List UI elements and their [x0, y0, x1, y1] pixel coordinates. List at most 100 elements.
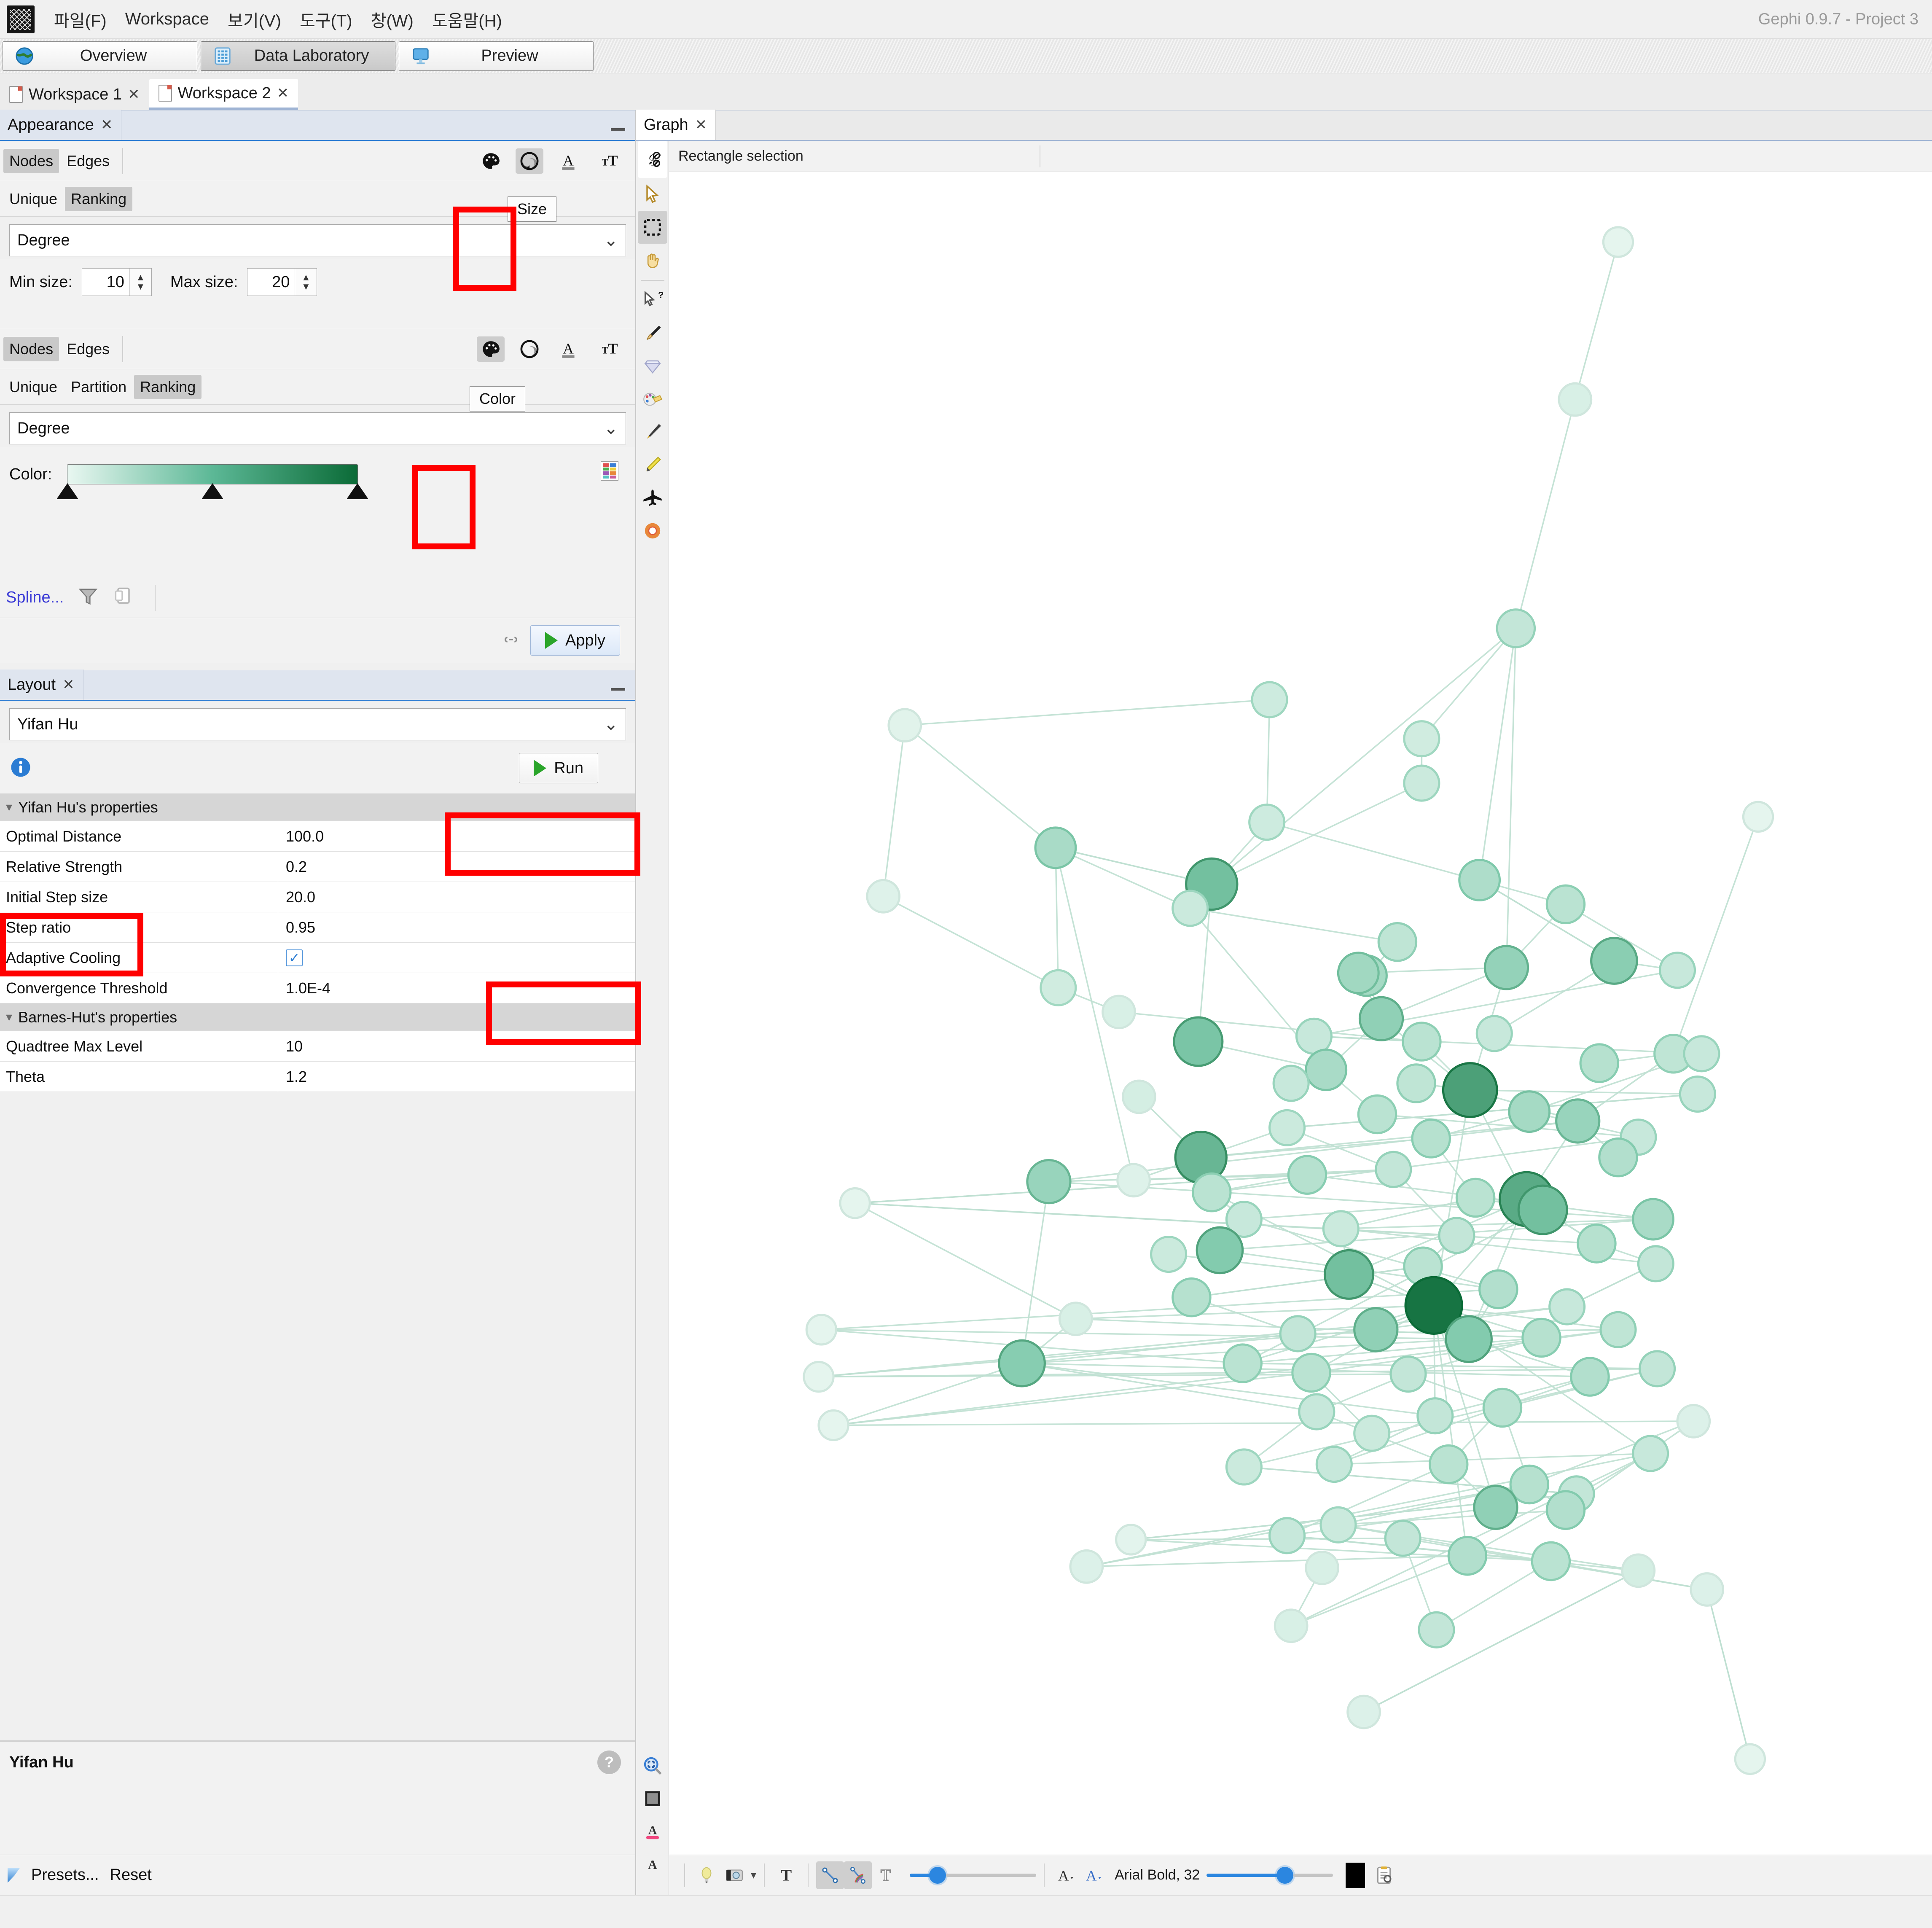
workspace-tab-1[interactable]: Workspace 1 ✕ — [0, 79, 149, 110]
size-nodes-tab[interactable]: Nodes — [3, 148, 59, 173]
workspace-tab-2[interactable]: Workspace 2 ✕ — [149, 79, 298, 110]
color-edges-tab[interactable]: Edges — [61, 337, 116, 361]
size-ranking-tab[interactable]: Ranking — [65, 186, 133, 211]
cursor-icon[interactable] — [638, 178, 667, 211]
font-increase-icon[interactable]: A — [1080, 1861, 1108, 1889]
label-color-icon[interactable]: A — [554, 336, 582, 362]
layout-close-icon[interactable]: ✕ — [62, 676, 75, 693]
mode-preview-button[interactable]: Preview — [399, 41, 594, 71]
min-size-stepper[interactable]: 10 ▲ ▼ — [81, 268, 152, 296]
prop-value[interactable]: 1.2 — [278, 1062, 635, 1092]
label-size-icon[interactable]: TT — [593, 148, 621, 174]
max-size-arrows-icon[interactable]: ▲ ▼ — [295, 269, 317, 296]
color-ranking-tab[interactable]: Ranking — [134, 374, 202, 399]
prop-value[interactable]: 0.2 — [278, 852, 635, 882]
highlighter-icon[interactable] — [638, 449, 667, 481]
funnel-icon[interactable] — [77, 586, 99, 610]
table-row[interactable]: Step ratio 0.95 — [0, 912, 635, 943]
table-row[interactable]: Convergence Threshold 1.0E-4 — [0, 973, 635, 1003]
prop-value[interactable]: 100.0 — [278, 821, 635, 851]
hand-drag-icon[interactable] — [638, 244, 667, 277]
background-color-icon[interactable] — [638, 1782, 667, 1815]
paint-palette-icon[interactable] — [638, 383, 667, 416]
color-palette-icon[interactable] — [477, 148, 505, 174]
edge-icon[interactable] — [816, 1861, 844, 1889]
copy-icon[interactable] — [113, 586, 134, 610]
workspace-tab-2-close-icon[interactable]: ✕ — [277, 85, 289, 102]
table-row[interactable]: Initial Step size 20.0 — [0, 882, 635, 912]
node-size-icon[interactable] — [516, 336, 543, 362]
screenshot-icon[interactable] — [720, 1861, 748, 1889]
gear-icon[interactable] — [638, 514, 667, 547]
label-color-icon[interactable]: A — [554, 148, 582, 174]
link-icon[interactable] — [502, 631, 530, 650]
edge-weight-slider[interactable] — [910, 1866, 1037, 1884]
gradient-stop-0[interactable] — [56, 483, 79, 499]
size-unique-tab[interactable]: Unique — [3, 187, 63, 211]
graph-panel-tab[interactable]: Graph ✕ — [636, 110, 716, 140]
size-attribute-combo[interactable]: Degree ⌄ — [9, 224, 626, 256]
props-group-header-barneshut[interactable]: ▾ Barnes-Hut's properties — [0, 1003, 635, 1031]
node-label-T-icon[interactable]: T — [772, 1861, 800, 1889]
prop-value[interactable]: 0.95 — [278, 912, 635, 942]
layout-minimize-button[interactable] — [611, 688, 625, 691]
min-size-arrows-icon[interactable]: ▲ ▼ — [129, 269, 151, 296]
info-icon[interactable] — [9, 756, 32, 781]
color-unique-tab[interactable]: Unique — [3, 375, 63, 399]
appearance-minimize-button[interactable] — [611, 128, 625, 131]
palette-picker-icon[interactable] — [601, 461, 618, 481]
appearance-close-icon[interactable]: ✕ — [101, 116, 113, 133]
menu-workspace[interactable]: Workspace — [116, 7, 218, 31]
lightbulb-icon[interactable] — [693, 1861, 720, 1889]
appearance-panel-tab[interactable]: Appearance ✕ — [0, 110, 122, 140]
workspace-tab-1-close-icon[interactable]: ✕ — [128, 86, 140, 103]
menu-help[interactable]: 도움말(H) — [423, 5, 511, 34]
props-group-header-yifanhu[interactable]: ▾ Yifan Hu's properties — [0, 793, 635, 821]
table-row[interactable]: Adaptive Cooling ✓ — [0, 943, 635, 973]
label-size-icon[interactable]: A — [638, 1848, 667, 1881]
mode-data-laboratory-button[interactable]: Data Laboratory — [201, 41, 395, 71]
run-button[interactable]: Run — [519, 753, 598, 783]
spline-link[interactable]: Spline... — [6, 589, 64, 607]
table-row[interactable]: Relative Strength 0.2 — [0, 852, 635, 882]
edge-rainbow-icon[interactable] — [844, 1861, 872, 1889]
label-size-icon[interactable]: TT — [593, 336, 621, 362]
menu-view[interactable]: 보기(V) — [218, 5, 290, 34]
font-decrease-icon[interactable]: A — [1052, 1861, 1080, 1889]
apply-button[interactable]: Apply — [530, 625, 620, 656]
layout-algorithm-combo[interactable]: Yifan Hu ⌄ — [9, 708, 626, 740]
network-visualization[interactable] — [669, 172, 1932, 1855]
color-partition-tab[interactable]: Partition — [65, 375, 132, 399]
screenshot-chevron-icon[interactable]: ▾ — [751, 1869, 756, 1882]
menu-window[interactable]: 창(W) — [362, 5, 423, 34]
node-size-icon[interactable] — [516, 148, 543, 174]
graph-close-icon[interactable]: ✕ — [695, 116, 707, 133]
graph-canvas[interactable] — [669, 172, 1932, 1855]
menu-file[interactable]: 파일(F) — [45, 5, 116, 34]
color-gradient-bar[interactable] — [56, 464, 369, 499]
table-row[interactable]: Optimal Distance 100.0 — [0, 821, 635, 852]
table-row[interactable]: Quadtree Max Level 10 — [0, 1031, 635, 1062]
prop-value[interactable]: 20.0 — [278, 882, 635, 912]
prop-value[interactable]: 10 — [278, 1031, 635, 1061]
adaptive-cooling-checkbox[interactable]: ✓ — [286, 949, 303, 966]
zoom-center-icon[interactable] — [638, 1749, 667, 1782]
label-size-slider[interactable] — [1206, 1866, 1333, 1884]
label-color-swatch[interactable] — [1346, 1862, 1365, 1888]
airplane-icon[interactable] — [638, 481, 667, 514]
label-config-icon[interactable] — [1370, 1861, 1398, 1889]
color-nodes-tab[interactable]: Nodes — [3, 337, 59, 361]
max-size-stepper[interactable]: 20 ▲ ▼ — [247, 268, 317, 296]
gradient-stop-2[interactable] — [347, 483, 369, 499]
brush-icon[interactable] — [638, 317, 667, 350]
pencil-icon[interactable] — [638, 416, 667, 449]
color-attribute-combo[interactable]: Degree ⌄ — [9, 412, 626, 444]
help-icon[interactable]: ? — [597, 1751, 621, 1774]
reset-button[interactable]: Reset — [110, 1866, 152, 1884]
edge-label-T-icon[interactable]: T — [872, 1861, 900, 1889]
layout-panel-tab[interactable]: Layout ✕ — [0, 670, 83, 700]
font-label[interactable]: Arial Bold, 32 — [1108, 1867, 1206, 1883]
diamond-icon[interactable] — [638, 350, 667, 383]
menu-tools[interactable]: 도구(T) — [290, 5, 362, 34]
rectangle-selection-icon[interactable] — [637, 211, 667, 244]
